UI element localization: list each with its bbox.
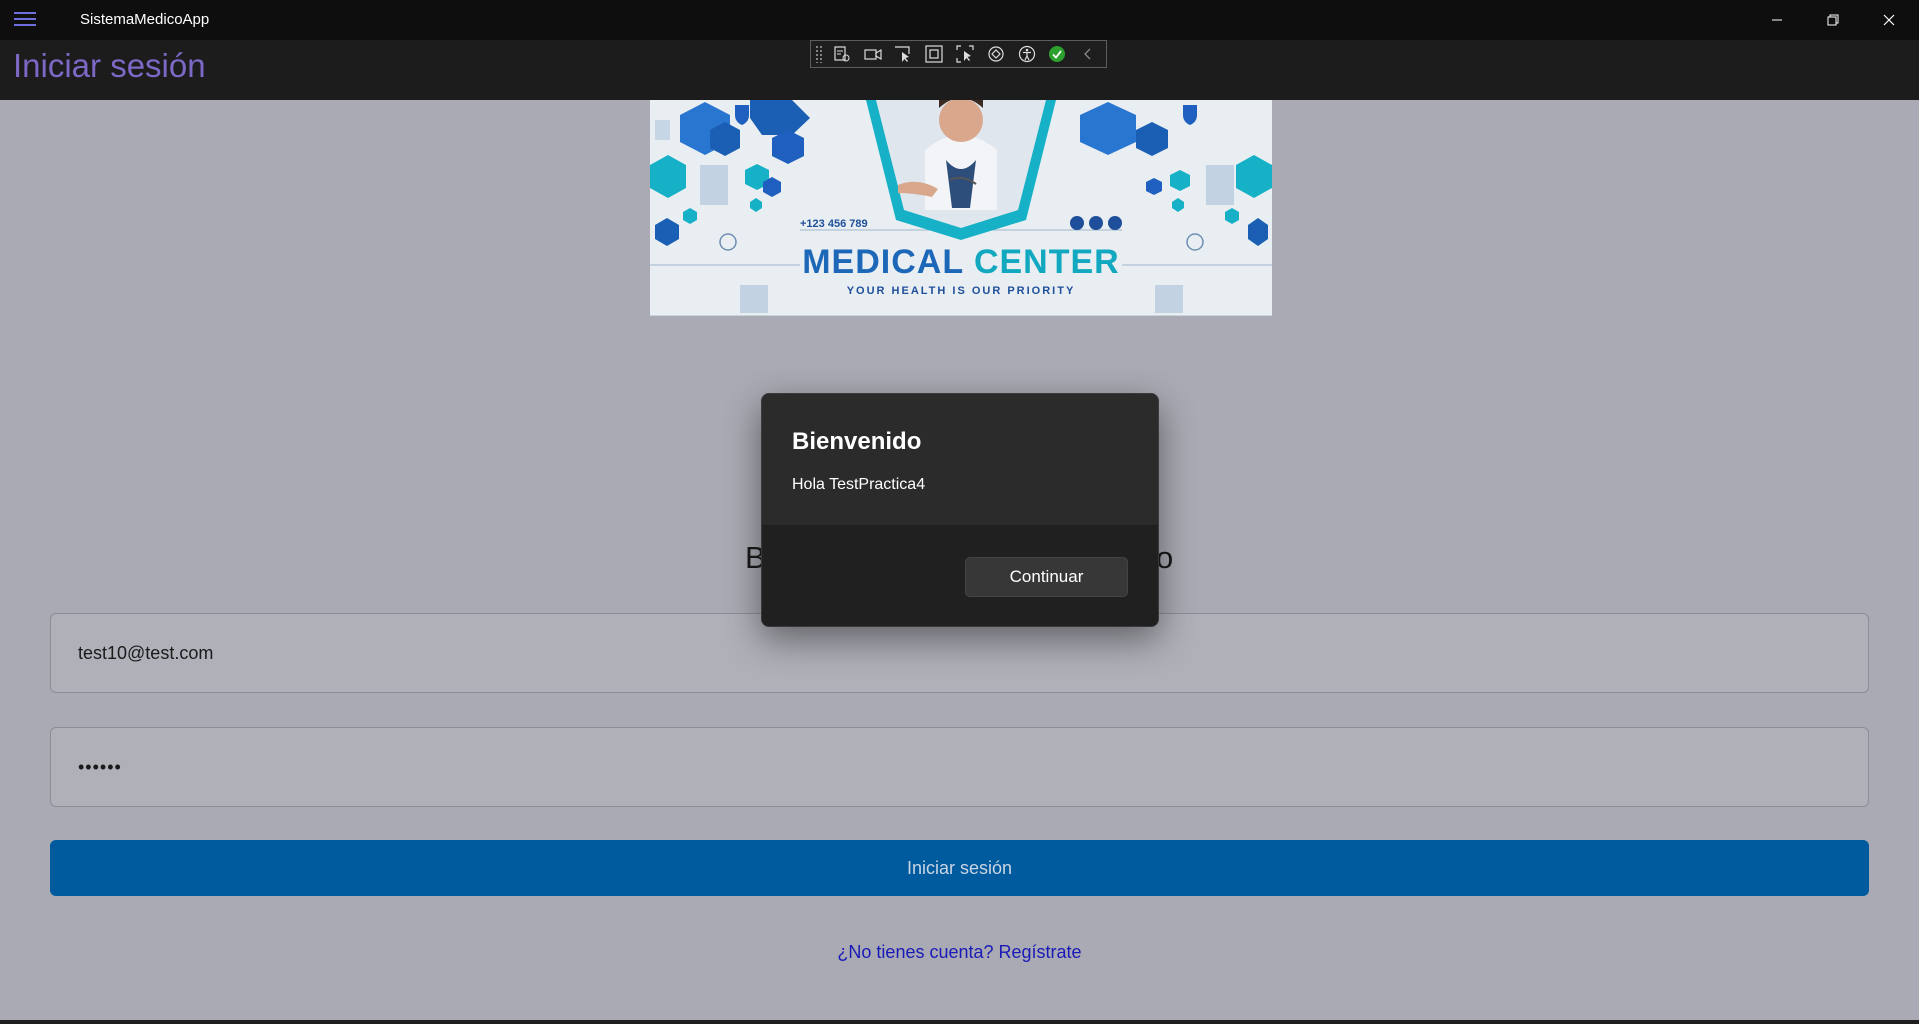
chevron-left-icon — [1084, 48, 1091, 60]
password-value: •••••• — [78, 756, 122, 777]
toolbar-grip-icon[interactable] — [815, 45, 823, 63]
banner-decoration-graphic — [650, 100, 1272, 313]
live-visual-tree-button[interactable] — [829, 43, 855, 65]
minimize-icon — [1772, 19, 1782, 21]
banner-phone: +123 456 789 — [800, 218, 868, 230]
layout-adorner-icon — [925, 45, 943, 63]
hot-reload-icon — [988, 46, 1004, 62]
select-element-button[interactable] — [891, 43, 917, 65]
banner-social-icons — [1070, 216, 1122, 230]
banner-tagline: YOUR HEALTH IS OUR PRIORITY — [846, 285, 1076, 297]
track-focus-button[interactable] — [952, 43, 978, 65]
medical-center-banner: +123 456 789 MEDICAL CENTER YOUR HEALTH … — [650, 100, 1272, 316]
login-button-label: Iniciar sesión — [906, 857, 1013, 878]
page-title: Iniciar sesión — [13, 47, 206, 84]
continue-button[interactable]: Continuar — [965, 557, 1128, 597]
restore-button[interactable] — [1805, 0, 1861, 40]
password-field[interactable]: •••••• — [50, 727, 1869, 807]
select-pointer-icon — [895, 46, 910, 62]
banner-title-center: CENTER — [973, 243, 1120, 281]
video-camera-icon — [864, 48, 882, 61]
twitter-icon — [1089, 216, 1103, 230]
close-icon — [1883, 14, 1895, 26]
hot-reload-button[interactable] — [983, 43, 1009, 65]
restore-icon — [1827, 14, 1839, 26]
facebook-icon — [1070, 216, 1084, 230]
record-button[interactable] — [860, 43, 886, 65]
hamburger-menu-icon[interactable] — [14, 12, 36, 28]
check-circle-icon — [1049, 46, 1066, 62]
visual-tree-icon — [834, 46, 850, 62]
accessibility-icon — [1018, 45, 1035, 63]
minimize-button[interactable] — [1749, 0, 1805, 40]
welcome-dialog: Bienvenido Hola TestPractica4 Continuar — [761, 393, 1159, 627]
bottom-edge — [0, 1020, 1919, 1024]
dialog-message: Hola TestPractica4 — [792, 476, 926, 493]
close-button[interactable] — [1861, 0, 1917, 40]
display-layout-adorners-button[interactable] — [921, 43, 947, 65]
track-focus-icon — [956, 45, 974, 63]
status-ok-button[interactable] — [1044, 43, 1070, 65]
accessibility-checker-button[interactable] — [1014, 43, 1040, 65]
login-button[interactable]: Iniciar sesión — [50, 840, 1869, 896]
debug-toolbar — [810, 40, 1107, 68]
collapse-toolbar-button[interactable] — [1075, 43, 1101, 65]
dialog-footer: Continuar — [762, 525, 1158, 626]
register-link[interactable]: ¿No tienes cuenta? Regístrate — [0, 942, 1919, 963]
instagram-icon — [1108, 216, 1122, 230]
title-bar: SistemaMedicoApp — [0, 0, 1919, 40]
email-value: test10@test.com — [78, 642, 214, 663]
app-title: SistemaMedicoApp — [80, 11, 210, 28]
dialog-title: Bienvenido — [792, 428, 922, 455]
continue-button-label: Continuar — [1009, 567, 1084, 586]
banner-title-medical: MEDICAL — [802, 243, 974, 281]
banner-title: MEDICAL CENTER — [650, 243, 1272, 282]
